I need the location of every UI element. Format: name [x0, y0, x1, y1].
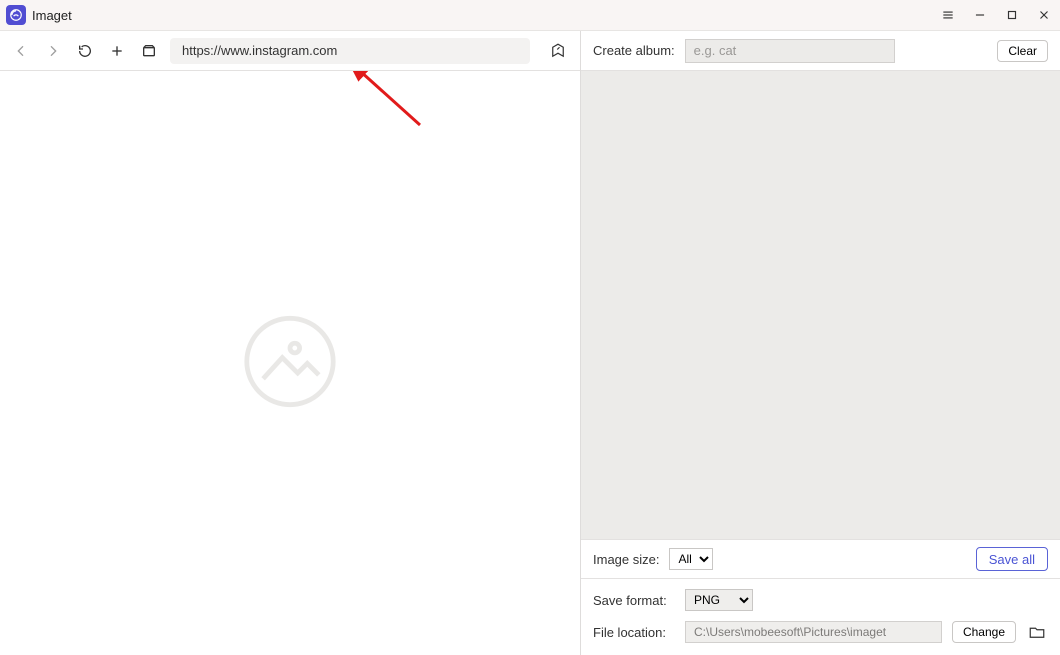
browser-pane: [0, 31, 580, 655]
image-size-row: Image size: All Save all: [581, 539, 1060, 579]
file-location-input[interactable]: [685, 621, 942, 643]
save-options: Save format: PNG File location: Change: [581, 579, 1060, 655]
url-input[interactable]: [180, 42, 520, 59]
image-size-label: Image size:: [593, 552, 659, 567]
save-format-label: Save format:: [593, 593, 675, 608]
image-placeholder-icon: [242, 314, 338, 413]
titlebar: Imaget: [0, 0, 1060, 30]
close-button[interactable]: [1034, 5, 1054, 25]
create-album-label: Create album:: [593, 43, 675, 58]
create-album-input[interactable]: [685, 39, 895, 63]
annotation-arrow-icon: [350, 71, 430, 133]
menu-icon[interactable]: [938, 5, 958, 25]
file-location-label: File location:: [593, 625, 675, 640]
reload-button[interactable]: [74, 40, 96, 62]
main-split: Create album: Clear Image size: All Save…: [0, 30, 1060, 655]
back-button[interactable]: [10, 40, 32, 62]
titlebar-right: [938, 5, 1054, 25]
open-folder-icon[interactable]: [1026, 621, 1048, 643]
forward-button[interactable]: [42, 40, 64, 62]
image-size-select[interactable]: All: [669, 548, 713, 570]
app-icon: [6, 5, 26, 25]
browser-viewport: [0, 71, 580, 655]
gallery-area: [581, 71, 1060, 539]
tabs-icon[interactable]: [138, 40, 160, 62]
minimize-button[interactable]: [970, 5, 990, 25]
maximize-button[interactable]: [1002, 5, 1022, 25]
address-bar[interactable]: [170, 38, 530, 64]
album-row: Create album: Clear: [581, 31, 1060, 71]
browser-toolbar: [0, 31, 580, 71]
change-location-button[interactable]: Change: [952, 621, 1016, 643]
titlebar-left: Imaget: [6, 5, 72, 25]
sidebar-pane: Create album: Clear Image size: All Save…: [580, 31, 1060, 655]
file-location-row: File location: Change: [593, 621, 1048, 643]
bookmark-icon[interactable]: [546, 39, 570, 63]
clear-button[interactable]: Clear: [997, 40, 1048, 62]
new-tab-button[interactable]: [106, 40, 128, 62]
save-format-select[interactable]: PNG: [685, 589, 753, 611]
app-name: Imaget: [32, 8, 72, 23]
save-all-button[interactable]: Save all: [976, 547, 1048, 571]
save-format-row: Save format: PNG: [593, 589, 1048, 611]
